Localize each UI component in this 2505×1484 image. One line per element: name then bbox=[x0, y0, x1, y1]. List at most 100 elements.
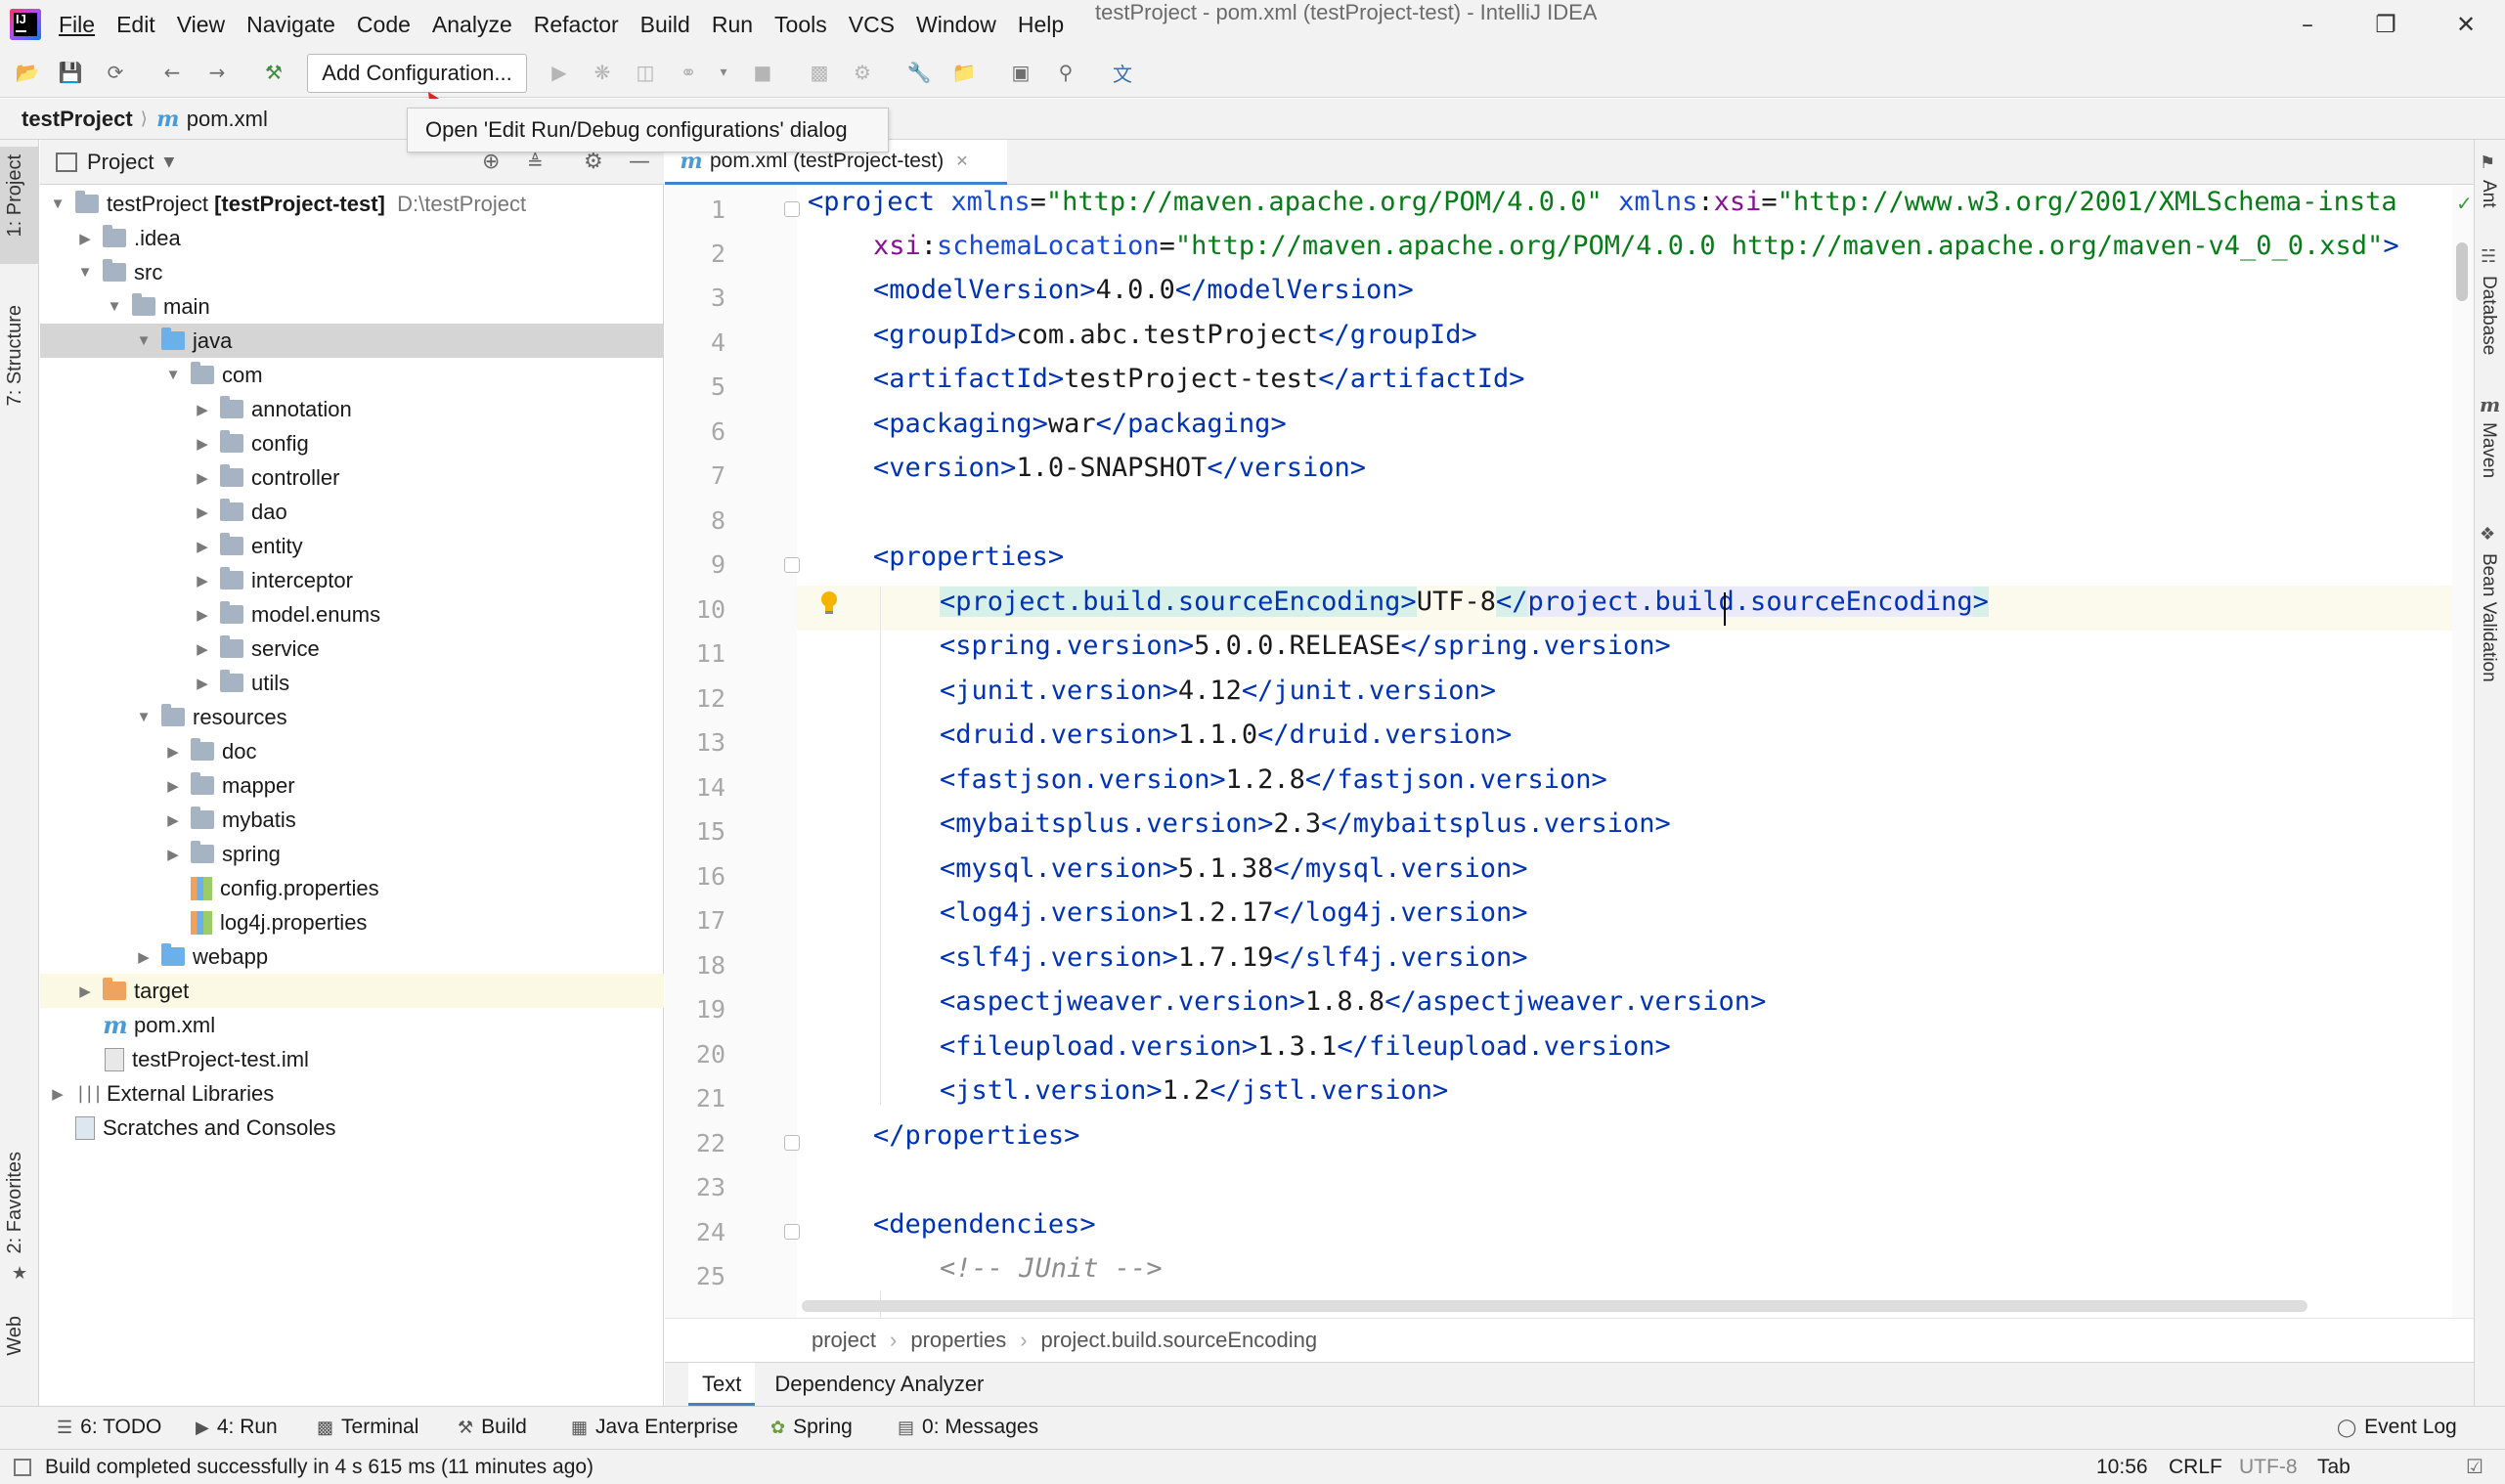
tool-button-terminal[interactable]: ▩ Terminal bbox=[317, 1406, 418, 1449]
expand-arrow-icon[interactable]: ▶ bbox=[75, 982, 95, 1000]
tab-dependency-analyzer[interactable]: Dependency Analyzer bbox=[765, 1372, 993, 1397]
editor-vertical-scrollbar[interactable] bbox=[2452, 186, 2474, 1318]
translate-icon[interactable]: 文 bbox=[1109, 59, 1136, 86]
caret-position[interactable]: 10:56 bbox=[2096, 1456, 2148, 1479]
breadcrumb-project[interactable]: testProject bbox=[22, 107, 133, 132]
expand-arrow-icon[interactable]: ▶ bbox=[163, 846, 183, 863]
project-structure-icon[interactable]: 📁 bbox=[950, 59, 978, 86]
expand-arrow-icon[interactable]: ▶ bbox=[193, 503, 212, 521]
tree-item-java[interactable]: ▼ java bbox=[40, 324, 664, 358]
tree-item-target[interactable]: ▶ target bbox=[40, 974, 664, 1008]
expand-arrow-icon[interactable]: ▶ bbox=[75, 230, 95, 247]
tree-item-service[interactable]: ▶ service bbox=[40, 632, 664, 666]
tree-item-entity[interactable]: ▶ entity bbox=[40, 529, 664, 563]
run-icon[interactable]: ▶ bbox=[546, 59, 573, 86]
wrench-settings-icon[interactable]: 🔧 bbox=[905, 59, 933, 86]
hide-panel-icon[interactable]: — bbox=[629, 150, 650, 174]
menu-navigate[interactable]: Navigate bbox=[246, 0, 335, 49]
expand-arrow-icon[interactable]: ▶ bbox=[193, 606, 212, 624]
tree-item-resources[interactable]: ▼ resources bbox=[40, 700, 664, 734]
tree-item-interceptor[interactable]: ▶ interceptor bbox=[40, 563, 664, 597]
attach-debugger-icon[interactable]: ▩ bbox=[806, 59, 833, 86]
tool-tab-ant[interactable]: Ant bbox=[2478, 180, 2499, 208]
sync-icon[interactable]: ⟳ bbox=[102, 59, 129, 86]
line-separator[interactable]: CRLF bbox=[2169, 1456, 2222, 1479]
expand-arrow-icon[interactable]: ▶ bbox=[193, 572, 212, 589]
tree-item-iml[interactable]: testProject-test.iml bbox=[40, 1042, 664, 1076]
menu-help[interactable]: Help bbox=[1018, 0, 1064, 49]
expand-arrow-icon[interactable]: ▶ bbox=[163, 777, 183, 795]
menu-refactor[interactable]: Refactor bbox=[534, 0, 619, 49]
close-tab-icon[interactable]: ✕ bbox=[955, 152, 968, 171]
breadcrumb-project-tag[interactable]: project bbox=[812, 1328, 876, 1353]
inspector-icon[interactable]: ☑ bbox=[2466, 1455, 2483, 1479]
tool-tab-structure[interactable]: 7: Structure bbox=[4, 305, 26, 406]
tree-item-external-libraries[interactable]: ▶ ||| External Libraries bbox=[40, 1076, 664, 1111]
tool-button-build[interactable]: ⚒ Build bbox=[458, 1406, 527, 1449]
tool-tab-database[interactable]: Database bbox=[2478, 276, 2499, 355]
menu-analyze[interactable]: Analyze bbox=[432, 0, 512, 49]
build-hammer-icon[interactable]: ⚒ bbox=[260, 59, 287, 86]
tool-button-java-enterprise[interactable]: ▦ Java Enterprise bbox=[571, 1406, 738, 1449]
tree-item-utils[interactable]: ▶ utils bbox=[40, 666, 664, 700]
menu-run[interactable]: Run bbox=[712, 0, 753, 49]
expand-arrow-icon[interactable]: ▶ bbox=[163, 743, 183, 761]
status-toggle-icon[interactable] bbox=[14, 1458, 31, 1476]
tool-button-spring[interactable]: ✿ Spring bbox=[770, 1406, 853, 1449]
save-icon[interactable]: 💾 bbox=[57, 59, 84, 86]
tree-item-spring[interactable]: ▶ spring bbox=[40, 837, 664, 871]
expand-arrow-icon[interactable]: ▼ bbox=[134, 709, 154, 725]
tree-item-mapper[interactable]: ▶ mapper bbox=[40, 768, 664, 803]
tree-item-doc[interactable]: ▶ doc bbox=[40, 734, 664, 768]
tool-button-event-log[interactable]: ◯ Event Log bbox=[2337, 1406, 2457, 1449]
fold-marker-icon[interactable] bbox=[784, 1224, 800, 1240]
expand-arrow-icon[interactable]: ▼ bbox=[134, 332, 154, 349]
deploy-icon[interactable]: ⚙ bbox=[849, 59, 876, 86]
breadcrumb-file[interactable]: pom.xml bbox=[187, 107, 268, 132]
menu-file[interactable]: File bbox=[59, 0, 95, 49]
intention-bulb-icon[interactable] bbox=[819, 590, 839, 616]
expand-arrow-icon[interactable]: ▶ bbox=[193, 675, 212, 692]
tab-text[interactable]: Text bbox=[688, 1363, 756, 1406]
tool-tab-bean-validation[interactable]: Bean Validation bbox=[2478, 553, 2499, 682]
back-arrow-icon[interactable]: ← bbox=[158, 59, 186, 86]
gear-icon[interactable]: ⚙ bbox=[584, 150, 603, 174]
breadcrumb-properties-tag[interactable]: properties bbox=[910, 1328, 1006, 1353]
expand-arrow-icon[interactable]: ▶ bbox=[163, 811, 183, 829]
tree-item-model-enums[interactable]: ▶ model.enums bbox=[40, 597, 664, 632]
tool-tab-web[interactable]: Web bbox=[4, 1316, 26, 1356]
tree-item-mybatis[interactable]: ▶ mybatis bbox=[40, 803, 664, 837]
tree-item-idea[interactable]: ▶ .idea bbox=[40, 221, 664, 255]
fold-marker-icon[interactable] bbox=[784, 201, 800, 217]
coverage-icon[interactable]: ◫ bbox=[632, 59, 659, 86]
tree-item-log4j-properties[interactable]: log4j.properties bbox=[40, 905, 664, 939]
debug-icon[interactable]: ❋ bbox=[589, 59, 616, 86]
tree-item-main[interactable]: ▼ main bbox=[40, 289, 664, 324]
tree-item-scratches[interactable]: Scratches and Consoles bbox=[40, 1111, 664, 1145]
expand-arrow-icon[interactable]: ▶ bbox=[193, 640, 212, 658]
indent-setting[interactable]: Tab bbox=[2317, 1456, 2351, 1479]
expand-arrow-icon[interactable]: ▼ bbox=[105, 298, 124, 315]
editor-horizontal-scrollbar[interactable] bbox=[802, 1300, 2307, 1312]
expand-arrow-icon[interactable]: ▼ bbox=[163, 367, 183, 383]
close-icon[interactable]: ✕ bbox=[2437, 0, 2495, 49]
menu-build[interactable]: Build bbox=[640, 0, 690, 49]
tree-item-src[interactable]: ▼ src bbox=[40, 255, 664, 289]
tree-item-webapp[interactable]: ▶ webapp bbox=[40, 939, 664, 974]
expand-arrow-icon[interactable]: ▶ bbox=[193, 401, 212, 418]
profile-icon[interactable]: ⚭ bbox=[675, 59, 702, 86]
expand-arrow-icon[interactable]: ▼ bbox=[48, 196, 67, 212]
chevron-down-icon[interactable]: ▾ bbox=[710, 59, 737, 86]
menu-tools[interactable]: Tools bbox=[774, 0, 827, 49]
open-folder-icon[interactable]: 📂 bbox=[14, 59, 41, 86]
stop-icon[interactable]: ■ bbox=[749, 59, 776, 86]
fold-marker-icon[interactable] bbox=[784, 557, 800, 573]
menu-code[interactable]: Code bbox=[357, 0, 411, 49]
collapse-all-icon[interactable]: ≜ bbox=[527, 151, 544, 174]
terminal-window-icon[interactable]: ▣ bbox=[1007, 59, 1034, 86]
tool-tab-favorites[interactable]: 2: Favorites bbox=[4, 1152, 26, 1253]
expand-arrow-icon[interactable]: ▶ bbox=[193, 538, 212, 555]
tree-item-config-properties[interactable]: config.properties bbox=[40, 871, 664, 905]
minimize-icon[interactable]: – bbox=[2278, 0, 2337, 49]
file-encoding[interactable]: UTF-8 bbox=[2239, 1456, 2298, 1479]
